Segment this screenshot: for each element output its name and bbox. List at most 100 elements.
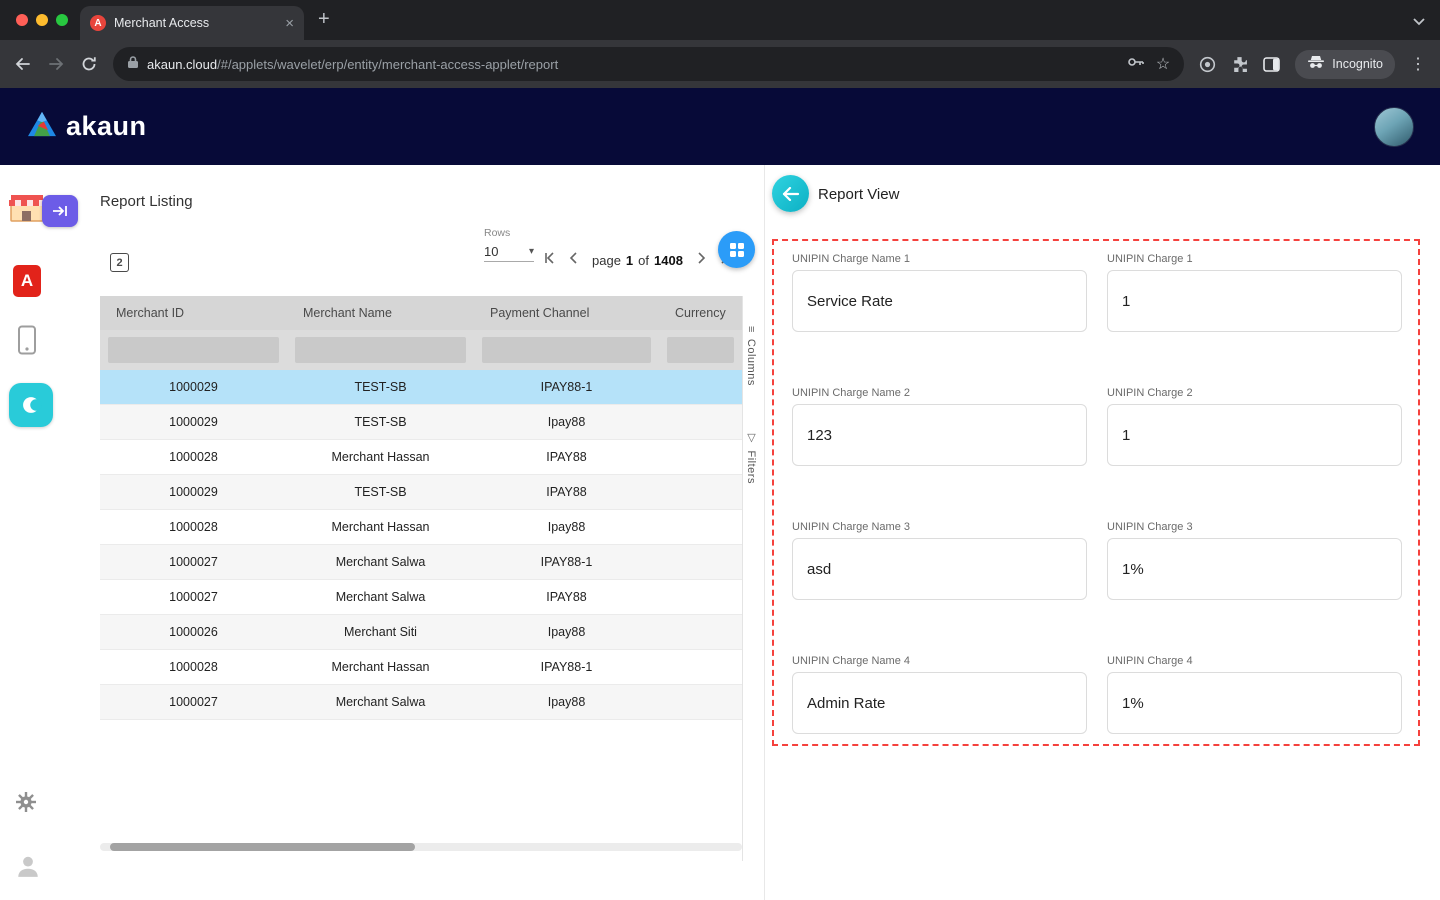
- table-row[interactable]: 1000029 TEST-SB IPAY88-1: [100, 370, 742, 405]
- field-label: UNIPIN Charge Name 3: [792, 521, 1087, 533]
- scrollbar-thumb[interactable]: [110, 843, 415, 851]
- address-bar[interactable]: akaun.cloud/#/applets/wavelet/erp/entity…: [113, 47, 1184, 81]
- field-value: 1: [1122, 427, 1130, 444]
- table-row[interactable]: 1000028 Merchant Hassan IPAY88-1: [100, 650, 742, 685]
- side-panel-icon[interactable]: [1263, 57, 1280, 72]
- sidebar-item-active-applet[interactable]: [9, 383, 53, 427]
- field-label: UNIPIN Charge 1: [1107, 253, 1402, 265]
- cell-payment-channel: IPAY88: [474, 590, 659, 604]
- column-header-currency[interactable]: Currency: [659, 306, 742, 320]
- sidebar-item-storefront[interactable]: [6, 189, 82, 241]
- prev-page-icon[interactable]: [567, 251, 581, 270]
- table-filter-row: [100, 330, 742, 370]
- window-zoom-button[interactable]: [56, 14, 68, 26]
- table-row[interactable]: 1000029 TEST-SB IPAY88: [100, 475, 742, 510]
- table-header-row: Merchant ID Merchant Name Payment Channe…: [100, 296, 742, 330]
- field-unipin-charge-4: UNIPIN Charge 4 1%: [1107, 655, 1402, 734]
- rows-per-page-select[interactable]: Rows 10 ▾: [484, 227, 534, 262]
- filter-input-merchant-id[interactable]: [108, 337, 279, 363]
- field-input[interactable]: 1: [1107, 270, 1402, 332]
- bookmark-star-icon[interactable]: ☆: [1156, 54, 1170, 74]
- table-row[interactable]: 1000028 Merchant Hassan IPAY88: [100, 440, 742, 475]
- field-unipin-charge-2: UNIPIN Charge 2 1: [1107, 387, 1402, 466]
- forward-icon[interactable]: [47, 55, 65, 73]
- sidebar-item-profile[interactable]: [15, 853, 41, 884]
- table-row[interactable]: 1000028 Merchant Hassan Ipay88: [100, 510, 742, 545]
- field-input[interactable]: 1: [1107, 404, 1402, 466]
- rows-label: Rows: [484, 227, 534, 239]
- record-target-icon[interactable]: [1199, 56, 1216, 73]
- cell-payment-channel: IPAY88: [474, 450, 659, 464]
- window-minimize-button[interactable]: [36, 14, 48, 26]
- table-row[interactable]: 1000027 Merchant Salwa IPAY88-1: [100, 545, 742, 580]
- reload-icon[interactable]: [80, 55, 98, 73]
- back-to-listing-button[interactable]: [772, 175, 809, 212]
- field-label: UNIPIN Charge Name 4: [792, 655, 1087, 667]
- sidebar-item-pdf[interactable]: A: [13, 265, 41, 297]
- akaun-triangle-logo-icon: [26, 110, 58, 143]
- chevron-down-icon: ▾: [529, 246, 534, 257]
- tab-filters-label: Filters: [745, 451, 757, 484]
- table-row[interactable]: 1000026 Merchant Siti Ipay88: [100, 615, 742, 650]
- column-header-merchant-name[interactable]: Merchant Name: [287, 306, 474, 320]
- cell-merchant-id: 1000027: [100, 590, 287, 604]
- tab-search-chevron-icon[interactable]: [1412, 14, 1426, 32]
- grid-view-button[interactable]: [718, 231, 755, 268]
- page-label: page: [592, 253, 621, 268]
- cell-payment-channel: IPAY88-1: [474, 555, 659, 569]
- page-indicator: page 1 of 1408: [592, 253, 683, 268]
- tab-filters[interactable]: ▽Filters: [745, 431, 758, 484]
- field-value: Service Rate: [807, 293, 893, 310]
- cell-merchant-name: Merchant Salwa: [287, 695, 474, 709]
- filter-input-merchant-name[interactable]: [295, 337, 466, 363]
- field-input[interactable]: asd: [792, 538, 1087, 600]
- filter-input-payment-channel[interactable]: [482, 337, 651, 363]
- field-input[interactable]: 123: [792, 404, 1087, 466]
- sidebar-item-settings[interactable]: [14, 790, 38, 819]
- cell-merchant-id: 1000029: [100, 380, 287, 394]
- grid-icon: [729, 242, 745, 258]
- extensions-puzzle-icon[interactable]: [1231, 56, 1248, 73]
- field-input[interactable]: Admin Rate: [792, 672, 1087, 734]
- report-table: Merchant ID Merchant Name Payment Channe…: [100, 296, 742, 720]
- field-input[interactable]: 1%: [1107, 672, 1402, 734]
- window-close-button[interactable]: [16, 14, 28, 26]
- filter-2-icon[interactable]: 2: [110, 253, 129, 272]
- horizontal-scrollbar[interactable]: [100, 843, 742, 851]
- tab-columns[interactable]: ≡Columns: [745, 326, 757, 386]
- filter-input-currency[interactable]: [667, 337, 734, 363]
- field-unipin-charge-3: UNIPIN Charge 3 1%: [1107, 521, 1402, 600]
- column-header-merchant-id[interactable]: Merchant ID: [100, 306, 287, 320]
- next-page-icon[interactable]: [694, 251, 708, 270]
- tab-title: Merchant Access: [114, 16, 277, 30]
- table-row[interactable]: 1000027 Merchant Salwa Ipay88: [100, 685, 742, 720]
- cell-merchant-id: 1000029: [100, 415, 287, 429]
- page-total: 1408: [654, 253, 683, 268]
- cell-merchant-id: 1000027: [100, 555, 287, 569]
- first-page-icon[interactable]: [542, 251, 556, 270]
- field-input[interactable]: Service Rate: [792, 270, 1087, 332]
- browser-tab[interactable]: A Merchant Access ×: [80, 6, 304, 40]
- browser-menu-icon[interactable]: ⋮: [1410, 54, 1426, 74]
- table-row[interactable]: 1000029 TEST-SB Ipay88: [100, 405, 742, 440]
- incognito-label: Incognito: [1332, 57, 1383, 71]
- sidebar-item-mobile[interactable]: [17, 325, 37, 360]
- password-key-icon[interactable]: [1127, 54, 1144, 75]
- user-avatar[interactable]: [1374, 107, 1414, 147]
- brand-logo[interactable]: akaun: [26, 110, 147, 143]
- field-input[interactable]: 1%: [1107, 538, 1402, 600]
- tab-close-icon[interactable]: ×: [285, 16, 294, 31]
- field-value: 123: [807, 427, 832, 444]
- column-header-payment-channel[interactable]: Payment Channel: [474, 306, 659, 320]
- cell-payment-channel: IPAY88-1: [474, 380, 659, 394]
- tab-favicon-icon: A: [90, 15, 106, 31]
- field-value: 1: [1122, 293, 1130, 310]
- new-tab-button[interactable]: +: [318, 9, 330, 29]
- cell-merchant-id: 1000028: [100, 660, 287, 674]
- brand-name: akaun: [66, 111, 147, 142]
- back-icon[interactable]: [14, 55, 32, 73]
- table-row[interactable]: 1000027 Merchant Salwa IPAY88: [100, 580, 742, 615]
- page-of-label: of: [638, 253, 649, 268]
- filter-2-count: 2: [116, 257, 122, 269]
- incognito-badge: Incognito: [1295, 50, 1395, 79]
